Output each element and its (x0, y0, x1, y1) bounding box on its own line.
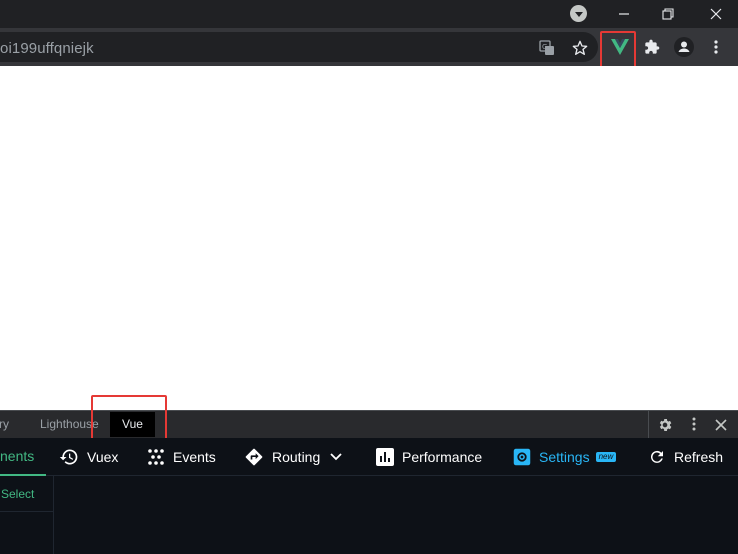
nav-settings[interactable]: Settings new (513, 438, 617, 476)
close-window-icon[interactable] (694, 0, 738, 28)
bar-chart-icon (376, 448, 394, 466)
nav-vuex[interactable]: Vuex (59, 438, 118, 476)
new-badge: new (595, 452, 617, 462)
vue-devtools-body: Select (0, 476, 738, 554)
directions-icon (245, 448, 263, 466)
tab-divider (648, 411, 649, 438)
gear-icon[interactable] (657, 417, 673, 433)
nav-performance[interactable]: Performance (376, 438, 482, 476)
vue-devtools-nav: nents Vuex Events Routing Performance Se… (0, 438, 738, 476)
page-content (0, 66, 738, 410)
select-label: Select (1, 487, 35, 501)
more-vert-icon[interactable] (708, 28, 724, 66)
tab-lighthouse[interactable]: Lighthouse (40, 411, 99, 438)
vue-tab-highlight (91, 395, 167, 444)
address-bar[interactable]: oi199uffqniejk G (0, 32, 598, 62)
nav-routing[interactable]: Routing (244, 438, 350, 476)
nav-vuex-label: Vuex (87, 449, 119, 465)
nav-performance-label: Performance (402, 449, 483, 465)
nav-events[interactable]: Events (147, 438, 216, 476)
puzzle-icon[interactable] (641, 28, 663, 66)
restore-icon[interactable] (646, 0, 690, 28)
tab-search-icon[interactable] (570, 5, 587, 22)
nav-settings-label: Settings (539, 449, 590, 465)
minimize-icon[interactable] (602, 0, 646, 28)
svg-text:G: G (542, 43, 547, 51)
translate-icon[interactable]: G (538, 39, 556, 57)
close-icon[interactable] (715, 418, 729, 432)
components-tree-pane: Select (0, 476, 54, 554)
vue-extension-highlight (600, 31, 636, 69)
nav-components[interactable]: nents (0, 438, 46, 476)
nav-refresh-label: Refresh (674, 449, 724, 465)
chevron-down-icon (330, 453, 342, 461)
url-text[interactable]: oi199uffqniejk (0, 40, 94, 57)
star-icon[interactable] (571, 39, 589, 57)
settings-icon (513, 448, 531, 466)
refresh-icon (650, 450, 663, 463)
select-component-button[interactable]: Select (0, 476, 54, 512)
events-icon (148, 449, 164, 465)
tab-memory[interactable]: ry (0, 411, 9, 438)
profile-icon[interactable] (672, 28, 696, 66)
nav-routing-label: Routing (272, 449, 321, 465)
history-icon (59, 449, 78, 465)
nav-events-label: Events (173, 449, 216, 465)
nav-refresh[interactable]: Refresh (648, 438, 723, 476)
window-title-bar (0, 0, 738, 28)
nav-components-label: nents (0, 448, 35, 464)
devtools-more-icon[interactable] (690, 417, 698, 433)
